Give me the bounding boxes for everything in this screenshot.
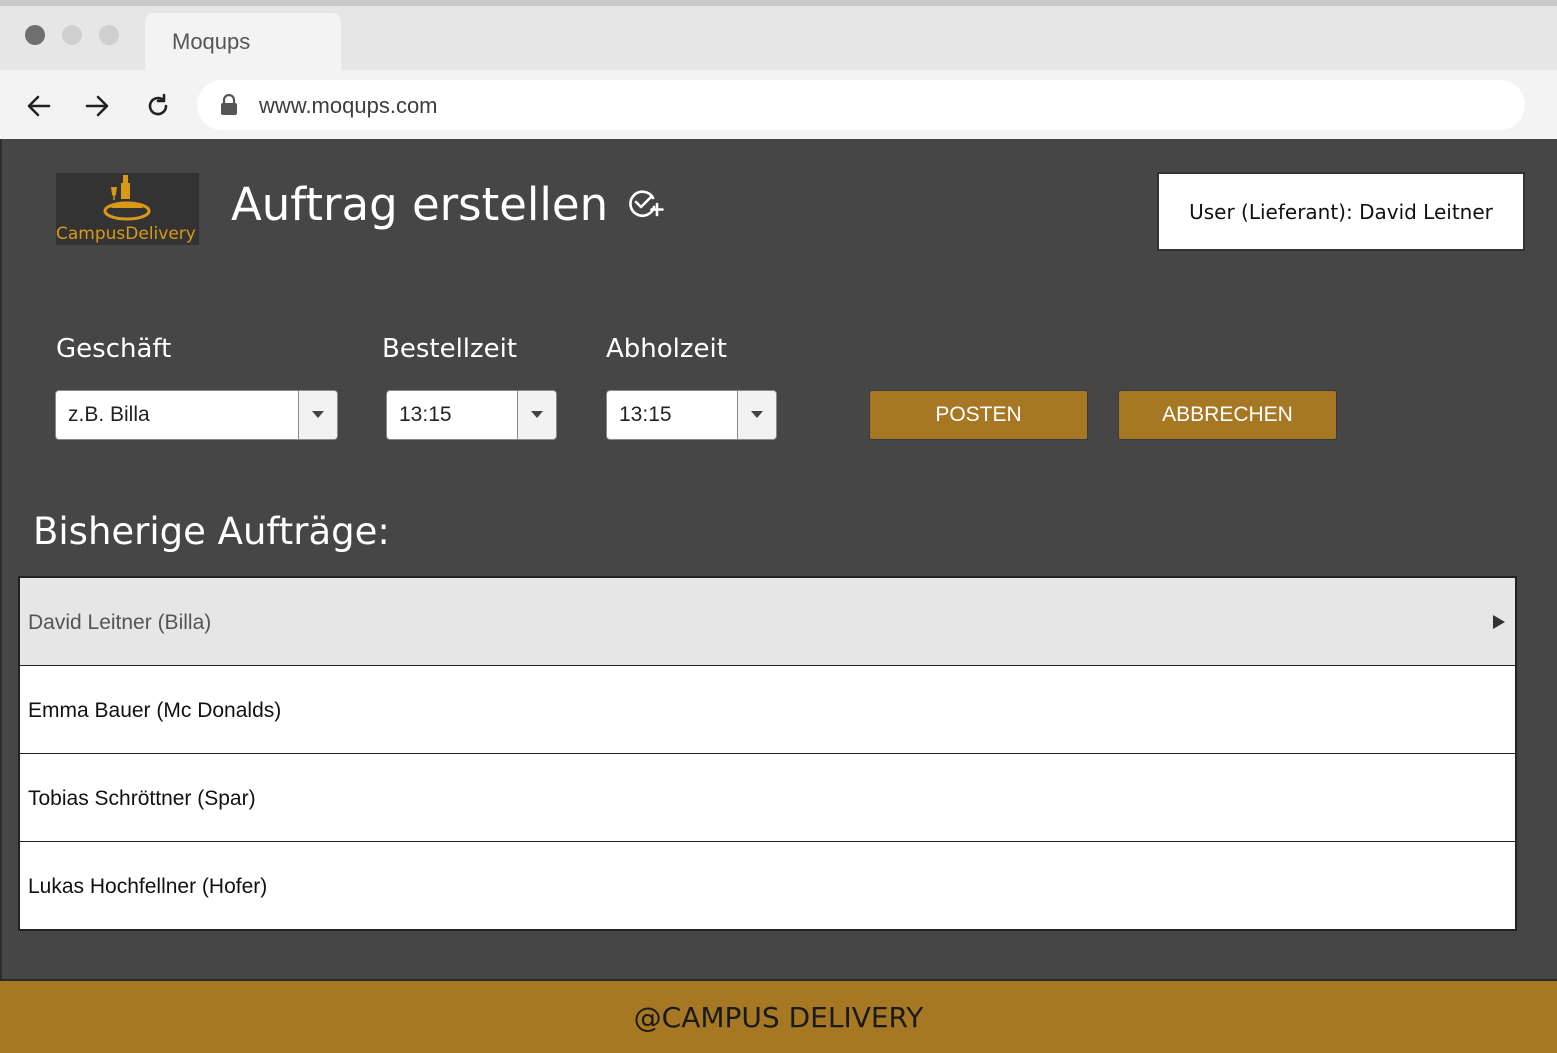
- cancel-button[interactable]: ABBRECHEN: [1118, 390, 1337, 440]
- list-item-label: Emma Bauer (Mc Donalds): [28, 699, 282, 722]
- post-button[interactable]: POSTEN: [869, 390, 1088, 440]
- shop-select-arrow[interactable]: [298, 391, 337, 439]
- pickup-time-arrow[interactable]: [737, 391, 776, 439]
- chevron-down-icon: [312, 411, 324, 418]
- list-item-label: Lukas Hochfellner (Hofer): [28, 875, 268, 898]
- window-minimize-dot[interactable]: [62, 25, 82, 45]
- chevron-right-icon: [1493, 615, 1505, 629]
- window-maximize-dot[interactable]: [99, 25, 119, 45]
- delivery-tray-icon: [103, 175, 151, 221]
- address-bar[interactable]: www.moqups.com: [197, 80, 1525, 130]
- order-time-arrow[interactable]: [517, 391, 556, 439]
- order-time-value: 13:15: [399, 403, 452, 426]
- user-label: User (Lieferant): David Leitner: [1189, 199, 1493, 224]
- pickup-time-value: 13:15: [619, 403, 672, 426]
- chevron-down-icon: [751, 411, 763, 418]
- list-item[interactable]: Lukas Hochfellner (Hofer): [20, 842, 1515, 929]
- footer-text: @CAMPUS DELIVERY: [633, 1000, 924, 1034]
- orders-title: Bisherige Aufträge:: [33, 510, 390, 553]
- address-bar-url: www.moqups.com: [259, 93, 438, 118]
- shop-select[interactable]: z.B. Billa: [55, 390, 338, 440]
- list-item-label: David Leitner (Billa): [28, 611, 212, 634]
- list-item[interactable]: Tobias Schröttner (Spar): [20, 754, 1515, 842]
- pickup-time-select[interactable]: 13:15: [606, 390, 777, 440]
- logo-text: CampusDelivery: [56, 224, 196, 244]
- orders-list: David Leitner (Billa) Emma Bauer (Mc Don…: [18, 576, 1517, 931]
- list-item[interactable]: Emma Bauer (Mc Donalds): [20, 666, 1515, 754]
- window-close-dot[interactable]: [25, 25, 45, 45]
- shop-label: Geschäft: [56, 334, 172, 364]
- lock-icon: [221, 94, 237, 115]
- check-add-icon: [629, 190, 665, 217]
- order-time-select[interactable]: 13:15: [386, 390, 557, 440]
- list-item[interactable]: David Leitner (Billa): [20, 578, 1515, 666]
- reload-icon[interactable]: [144, 92, 172, 120]
- back-arrow-icon[interactable]: [25, 92, 53, 120]
- order-time-label: Bestellzeit: [382, 334, 518, 364]
- user-info-box: User (Lieferant): David Leitner: [1157, 172, 1525, 251]
- forward-arrow-icon[interactable]: [83, 92, 111, 120]
- browser-tab-title: Moqups: [172, 29, 251, 54]
- pickup-time-label: Abholzeit: [606, 334, 727, 364]
- page-title-text: Auftrag erstellen: [231, 178, 609, 231]
- page-title: Auftrag erstellen: [231, 178, 666, 231]
- shop-select-value: z.B. Billa: [68, 403, 150, 426]
- footer: @CAMPUS DELIVERY: [0, 979, 1557, 1053]
- chevron-down-icon: [531, 411, 543, 418]
- browser-tab[interactable]: Moqups: [145, 13, 341, 70]
- list-item-label: Tobias Schröttner (Spar): [28, 787, 256, 810]
- campus-delivery-logo: CampusDelivery: [56, 173, 199, 245]
